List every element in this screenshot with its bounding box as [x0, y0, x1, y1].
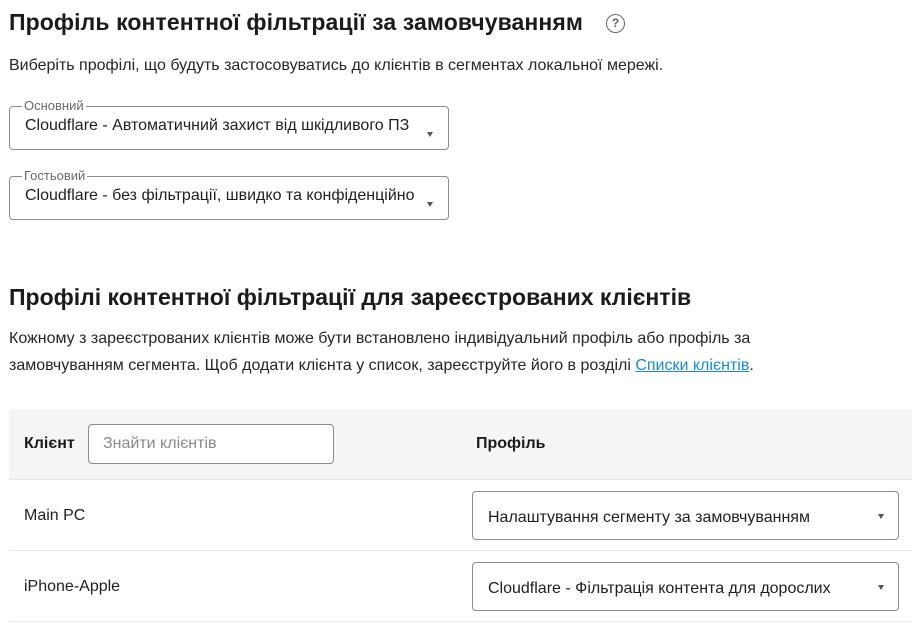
default-profile-title: Профіль контентної фільтрації за замовчу… [9, 9, 584, 35]
profile-column-header: Профіль [476, 435, 546, 452]
chevron-down-icon [427, 132, 433, 137]
table-row: Main PC Налаштування сегменту за замовчу… [9, 480, 912, 550]
guest-profile-select-label: Гостьовий [24, 168, 86, 183]
chevron-down-icon [878, 585, 884, 590]
clients-profile-title: Профілі контентної фільтрації для зареєс… [9, 284, 692, 310]
row-divider [9, 621, 912, 622]
client-lists-link[interactable]: Списки клієнтів [635, 357, 749, 374]
client-search-input[interactable] [88, 424, 334, 464]
table-row: iPhone-Apple Cloudflare - Фільтрація кон… [9, 551, 912, 621]
main-profile-select-label: Основний [24, 98, 84, 113]
client-column-header: Клієнт [24, 435, 75, 452]
chevron-down-icon [878, 514, 884, 519]
main-profile-select[interactable]: Основний Cloudflare - Автоматичний захис… [9, 98, 449, 150]
guest-profile-select[interactable]: Гостьовий Cloudflare - без фільтрації, ш… [9, 168, 449, 220]
chevron-down-icon [427, 202, 433, 207]
clients-description-line1: Кожному з зареєстрованих клієнтів може б… [9, 330, 751, 347]
clients-description-end: . [749, 357, 754, 374]
help-icon[interactable]: ? [606, 14, 625, 33]
guest-profile-select-value: Cloudflare - без фільтрації, швидко та к… [25, 187, 415, 204]
clients-description-line2: замовчуванням сегмента. Щоб додати клієн… [9, 357, 636, 374]
default-profile-description: Виберіть профілі, що будуть застосовуват… [9, 57, 664, 74]
main-profile-select-value: Cloudflare - Автоматичний захист від шкі… [25, 117, 410, 134]
client-name: iPhone-Apple [24, 578, 121, 595]
client-name: Main PC [24, 507, 86, 524]
client-profile-select[interactable]: Налаштування сегменту за замовчуванням [472, 491, 899, 540]
client-profile-select[interactable]: Cloudflare - Фільтрація контента для дор… [472, 562, 899, 611]
client-profile-select-value: Cloudflare - Фільтрація контента для дор… [488, 580, 831, 597]
clients-profile-description: Кожному з зареєстрованих клієнтів може б… [9, 325, 899, 379]
client-profile-select-value: Налаштування сегменту за замовчуванням [488, 509, 810, 526]
